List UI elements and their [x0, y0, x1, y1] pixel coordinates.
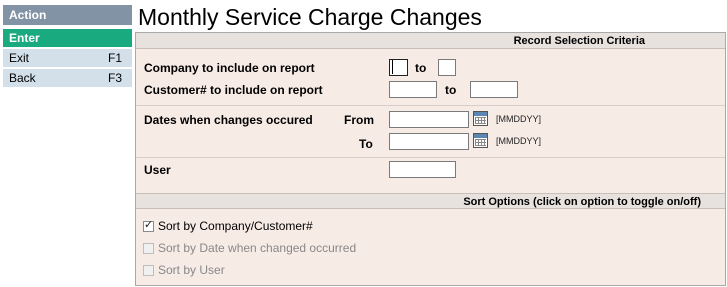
- action-exit-button[interactable]: Exit F1: [3, 49, 132, 67]
- action-back-label: Back: [9, 71, 36, 85]
- company-label: Company to include on report: [144, 61, 315, 75]
- sort-company-label: Sort by Company/Customer#: [158, 219, 313, 233]
- action-sidebar: Action Enter Exit F1 Back F3: [3, 5, 132, 87]
- text-caret: [392, 60, 393, 74]
- page-title: Monthly Service Charge Changes: [138, 4, 482, 30]
- section-divider: [136, 105, 725, 106]
- date-to-input[interactable]: [389, 133, 469, 150]
- record-selection-header: Record Selection Criteria: [136, 33, 725, 49]
- action-exit-label: Exit: [9, 51, 30, 65]
- dates-label: Dates when changes occured: [144, 113, 313, 127]
- company-to-label: to: [415, 61, 427, 75]
- company-to-input[interactable]: [438, 59, 456, 76]
- sort-options-header: Sort Options (click on option to toggle …: [136, 193, 725, 209]
- sort-date-option[interactable]: Sort by Date when changed occurred: [143, 241, 356, 255]
- sort-company-option[interactable]: Sort by Company/Customer#: [143, 218, 313, 233]
- action-back-key: F3: [107, 71, 122, 85]
- customer-to-label: to: [445, 83, 457, 97]
- checkbox-icon[interactable]: [143, 264, 154, 276]
- calendar-icon[interactable]: [473, 133, 488, 148]
- date-to-label: To: [359, 137, 373, 151]
- date-from-input[interactable]: [389, 111, 469, 128]
- checkbox-icon[interactable]: [143, 242, 154, 254]
- calendar-icon[interactable]: [473, 111, 488, 126]
- customer-to-input[interactable]: [470, 81, 518, 98]
- action-enter-button[interactable]: Enter: [3, 29, 132, 47]
- date-from-label: From: [344, 113, 374, 127]
- user-label: User: [144, 163, 171, 177]
- user-input[interactable]: [389, 161, 456, 178]
- action-exit-key: F1: [107, 51, 122, 65]
- action-back-button[interactable]: Back F3: [3, 69, 132, 87]
- sort-user-option[interactable]: Sort by User: [143, 263, 225, 277]
- sort-user-label: Sort by User: [158, 263, 225, 277]
- checkbox-checked-icon[interactable]: [143, 218, 154, 232]
- sort-date-label: Sort by Date when changed occurred: [158, 241, 357, 255]
- date-format-hint: [MMDDYY]: [496, 114, 541, 124]
- customer-from-input[interactable]: [389, 81, 437, 98]
- action-enter-label: Enter: [9, 31, 40, 45]
- sidebar-header: Action: [3, 5, 132, 25]
- customer-label: Customer# to include on report: [144, 83, 323, 97]
- section-divider: [136, 157, 725, 158]
- date-format-hint: [MMDDYY]: [496, 136, 541, 146]
